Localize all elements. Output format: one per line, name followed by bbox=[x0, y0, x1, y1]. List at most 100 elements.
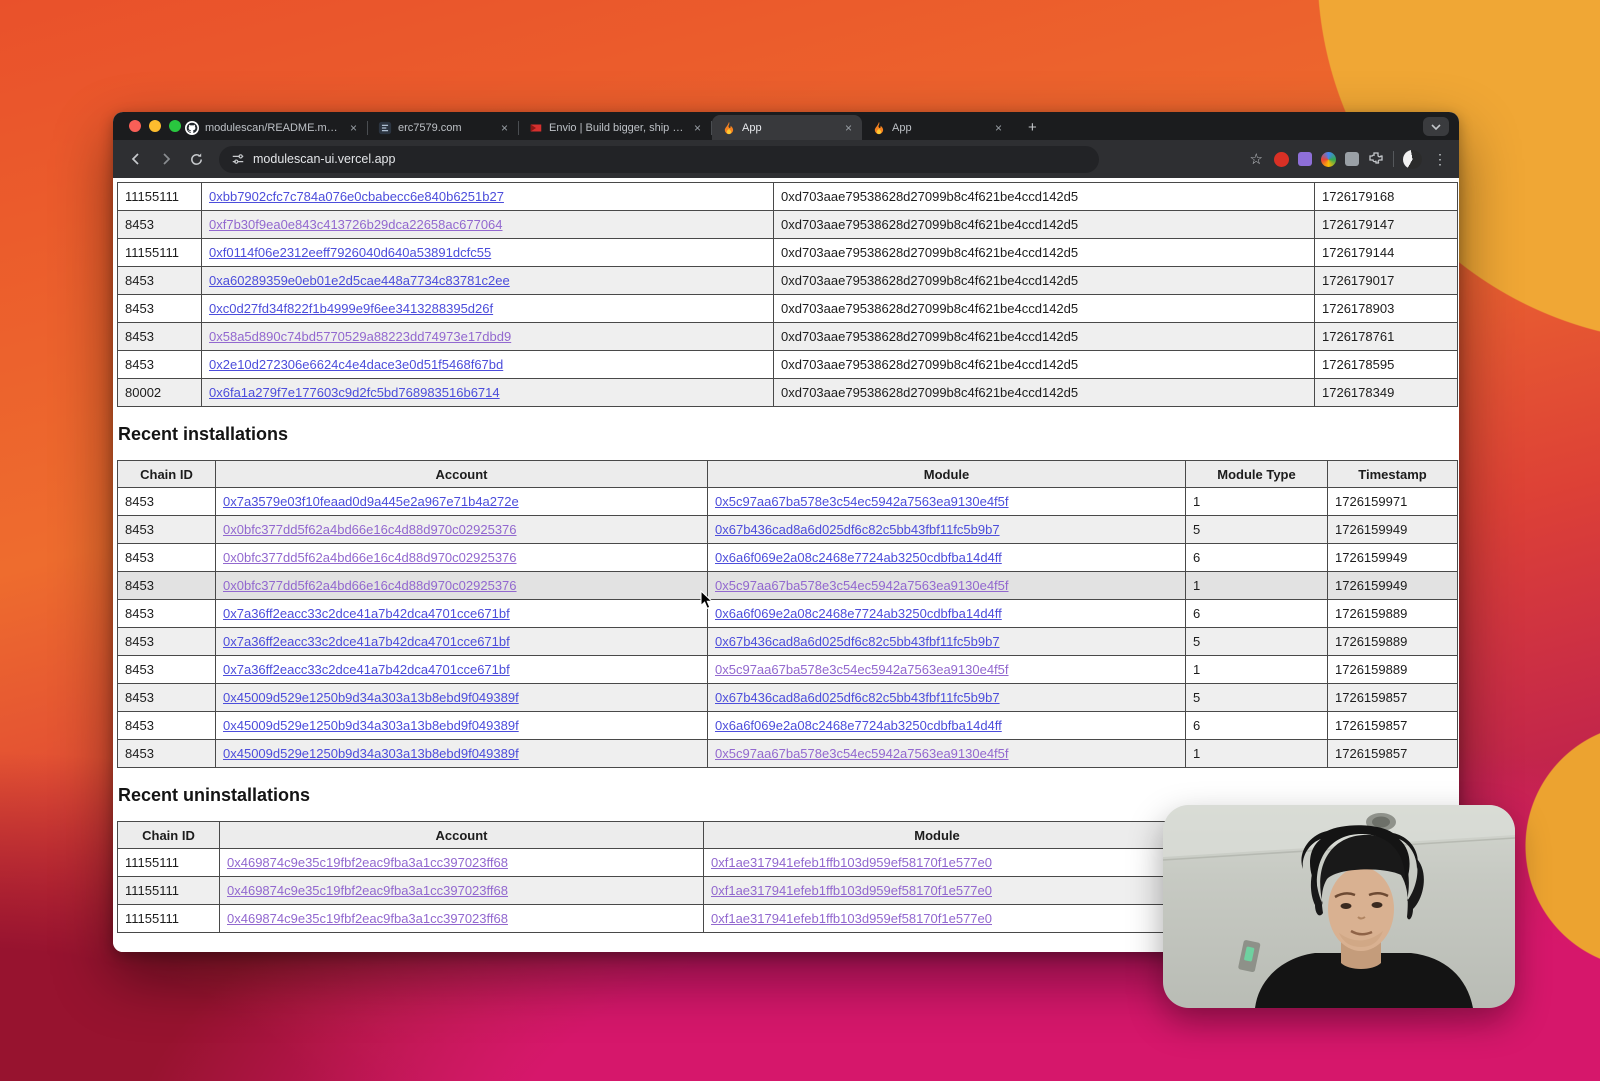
webcam-overlay bbox=[1163, 805, 1515, 1008]
bookmark-star-icon[interactable]: ☆ bbox=[1250, 150, 1263, 168]
module-type-cell: 6 bbox=[1186, 712, 1328, 740]
module-cell: 0xd703aae79538628d27099b8c4f621be4ccd142… bbox=[774, 239, 1315, 267]
module-cell-link[interactable]: 0x5c97aa67ba578e3c54ec5942a7563ea9130e4f… bbox=[715, 494, 1009, 509]
account-cell-link[interactable]: 0xbb7902cfc7c784a076e0cbabecc6e840b6251b… bbox=[209, 189, 504, 204]
module-cell: 0xf1ae317941efeb1ffb103d959ef58170f1e577… bbox=[704, 905, 1171, 933]
module-cell-link[interactable]: 0x6a6f069e2a08c2468e7724ab3250cdbfba14d4… bbox=[715, 550, 1002, 565]
extension-icon-multicolor[interactable] bbox=[1321, 152, 1336, 167]
tab-envio[interactable]: Envio | Build bigger, ship fast × bbox=[519, 115, 711, 140]
module-cell: 0x6a6f069e2a08c2468e7724ab3250cdbfba14d4… bbox=[708, 600, 1186, 628]
tab-erc7579[interactable]: erc7579.com × bbox=[368, 115, 518, 140]
flame-icon bbox=[722, 121, 736, 135]
account-cell: 0x469874c9e35c19fbf2eac9fba3a1cc397023ff… bbox=[220, 905, 704, 933]
close-window-button[interactable] bbox=[129, 120, 141, 132]
account-cell-link[interactable]: 0xf7b30f9ea0e843c413726b29dca22658ac6770… bbox=[209, 217, 503, 232]
module-type-cell: 5 bbox=[1186, 684, 1328, 712]
table-row: 84530xf7b30f9ea0e843c413726b29dca22658ac… bbox=[118, 211, 1458, 239]
module-cell-link[interactable]: 0x6a6f069e2a08c2468e7724ab3250cdbfba14d4… bbox=[715, 718, 1002, 733]
module-cell-link[interactable]: 0x5c97aa67ba578e3c54ec5942a7563ea9130e4f… bbox=[715, 578, 1009, 593]
account-cell-link[interactable]: 0x58a5d890c74bd5770529a88223dd74973e17db… bbox=[209, 329, 511, 344]
module-cell-link[interactable]: 0x67b436cad8a6d025df6c82c5bb43fbf11fc5b9… bbox=[715, 690, 1000, 705]
module-cell-link[interactable]: 0xf1ae317941efeb1ffb103d959ef58170f1e577… bbox=[711, 883, 992, 898]
table-row: 800020x6fa1a279f7e177603c9d2fc5bd7689835… bbox=[118, 379, 1458, 407]
account-cell-link[interactable]: 0xa60289359e0eb01e2d5cae448a7734c83781c2… bbox=[209, 273, 510, 288]
timestamp-cell: 1726159857 bbox=[1328, 712, 1458, 740]
module-cell-link[interactable]: 0xf1ae317941efeb1ffb103d959ef58170f1e577… bbox=[711, 911, 992, 926]
account-cell-link[interactable]: 0x469874c9e35c19fbf2eac9fba3a1cc397023ff… bbox=[227, 855, 508, 870]
module-cell-link[interactable]: 0x67b436cad8a6d025df6c82c5bb43fbf11fc5b9… bbox=[715, 522, 1000, 537]
close-tab-icon[interactable]: × bbox=[499, 121, 510, 135]
account-cell-link[interactable]: 0x45009d529e1250b9d34a303a13b8ebd9f04938… bbox=[223, 718, 519, 733]
tab-app-2[interactable]: App × bbox=[862, 115, 1012, 140]
account-cell-link[interactable]: 0x7a36ff2eacc33c2dce41a7b42dca4701cce671… bbox=[223, 606, 510, 621]
account-cell-link[interactable]: 0x2e10d272306e6624c4e4dace3e0d51f5468f67… bbox=[209, 357, 503, 372]
account-cell-link[interactable]: 0x7a3579e03f10feaad0d9a445e2a967e71b4a27… bbox=[223, 494, 519, 509]
table-row: 84530x45009d529e1250b9d34a303a13b8ebd9f0… bbox=[118, 684, 1458, 712]
reload-button[interactable] bbox=[183, 146, 209, 172]
account-cell-link[interactable]: 0x7a36ff2eacc33c2dce41a7b42dca4701cce671… bbox=[223, 662, 510, 677]
table-row: 8453 0xc0d27fd34f822f1b4999e9f6ee34132883… bbox=[118, 295, 1458, 323]
account-cell-link[interactable]: 0x45009d529e1250b9d34a303a13b8ebd9f04938… bbox=[223, 746, 519, 761]
recent-events-table: 11155111 0xbb7902cfc7c784a076e0cbabecc6e8… bbox=[117, 182, 1458, 407]
timestamp-cell: 1726178903 bbox=[1315, 295, 1458, 323]
column-header: Module bbox=[708, 461, 1186, 488]
module-cell: 0xd703aae79538628d27099b8c4f621be4ccd142… bbox=[774, 351, 1315, 379]
account-cell: 0x7a36ff2eacc33c2dce41a7b42dca4701cce671… bbox=[216, 600, 708, 628]
account-cell: 0x6fa1a279f7e177603c9d2fc5bd768983516b67… bbox=[202, 379, 774, 407]
account-cell: 0x7a36ff2eacc33c2dce41a7b42dca4701cce671… bbox=[216, 628, 708, 656]
account-cell-link[interactable]: 0x7a36ff2eacc33c2dce41a7b42dca4701cce671… bbox=[223, 634, 510, 649]
table-row: 84530x7a36ff2eacc33c2dce41a7b42dca4701cc… bbox=[118, 656, 1458, 684]
chain-id-cell: 8453 bbox=[118, 712, 216, 740]
module-cell: 0xd703aae79538628d27099b8c4f621be4ccd142… bbox=[774, 295, 1315, 323]
tab-github-readme[interactable]: modulescan/README.md at × bbox=[175, 115, 367, 140]
forward-button[interactable] bbox=[153, 146, 179, 172]
account-cell-link[interactable]: 0x469874c9e35c19fbf2eac9fba3a1cc397023ff… bbox=[227, 883, 508, 898]
module-cell-link[interactable]: 0x6a6f069e2a08c2468e7724ab3250cdbfba14d4… bbox=[715, 606, 1002, 621]
chain-id-cell: 8453 bbox=[118, 295, 202, 323]
account-cell: 0x0bfc377dd5f62a4bd66e16c4d88d970c029253… bbox=[216, 572, 708, 600]
minimize-window-button[interactable] bbox=[149, 120, 161, 132]
close-tab-icon[interactable]: × bbox=[692, 121, 703, 135]
account-cell-link[interactable]: 0x469874c9e35c19fbf2eac9fba3a1cc397023ff… bbox=[227, 911, 508, 926]
new-tab-button[interactable]: + bbox=[1022, 119, 1043, 136]
table-row: 8453 0x58a5d890c74bd5770529a88223dd74973e… bbox=[118, 323, 1458, 351]
profile-avatar[interactable] bbox=[1403, 150, 1422, 169]
tab-app-active[interactable]: App × bbox=[712, 115, 862, 140]
close-tab-icon[interactable]: × bbox=[348, 121, 359, 135]
module-cell-link[interactable]: 0xf1ae317941efeb1ffb103d959ef58170f1e577… bbox=[711, 855, 992, 870]
close-tab-icon[interactable]: × bbox=[843, 121, 854, 135]
chain-id-cell: 8453 bbox=[118, 323, 202, 351]
extension-icon-purple[interactable] bbox=[1298, 152, 1312, 166]
table-row: 84530x7a3579e03f10feaad0d9a445e2a967e71b… bbox=[118, 488, 1458, 516]
address-bar[interactable]: modulescan-ui.vercel.app bbox=[219, 146, 1099, 173]
browser-menu-icon[interactable]: ⋮ bbox=[1431, 151, 1449, 168]
close-tab-icon[interactable]: × bbox=[993, 121, 1004, 135]
tab-label: modulescan/README.md at bbox=[205, 122, 342, 134]
module-cell: 0x5c97aa67ba578e3c54ec5942a7563ea9130e4f… bbox=[708, 572, 1186, 600]
account-cell-link[interactable]: 0xc0d27fd34f822f1b4999e9f6ee3413288395d2… bbox=[209, 301, 493, 316]
timestamp-cell: 1726178349 bbox=[1315, 379, 1458, 407]
account-cell-link[interactable]: 0x0bfc377dd5f62a4bd66e16c4d88d970c029253… bbox=[223, 578, 517, 593]
uninstallations-heading: Recent uninstallations bbox=[118, 785, 1457, 806]
extension-icon-red[interactable] bbox=[1274, 152, 1289, 167]
timestamp-cell: 1726179168 bbox=[1315, 183, 1458, 211]
extensions-puzzle-icon[interactable] bbox=[1368, 151, 1384, 167]
erc7579-favicon-icon bbox=[378, 121, 392, 135]
module-cell-link[interactable]: 0x5c97aa67ba578e3c54ec5942a7563ea9130e4f… bbox=[715, 746, 1009, 761]
extension-icon-gray[interactable] bbox=[1345, 152, 1359, 166]
table-row: 84530x0bfc377dd5f62a4bd66e16c4d88d970c02… bbox=[118, 544, 1458, 572]
site-settings-icon[interactable] bbox=[231, 152, 245, 166]
back-button[interactable] bbox=[123, 146, 149, 172]
tab-search-chevron-button[interactable] bbox=[1423, 117, 1449, 136]
chain-id-cell: 11155111 bbox=[118, 239, 202, 267]
account-cell-link[interactable]: 0x0bfc377dd5f62a4bd66e16c4d88d970c029253… bbox=[223, 550, 517, 565]
account-cell: 0x469874c9e35c19fbf2eac9fba3a1cc397023ff… bbox=[220, 877, 704, 905]
module-cell-link[interactable]: 0x5c97aa67ba578e3c54ec5942a7563ea9130e4f… bbox=[715, 662, 1009, 677]
account-cell-link[interactable]: 0x0bfc377dd5f62a4bd66e16c4d88d970c029253… bbox=[223, 522, 517, 537]
module-cell-link[interactable]: 0x67b436cad8a6d025df6c82c5bb43fbf11fc5b9… bbox=[715, 634, 1000, 649]
chain-id-cell: 11155111 bbox=[118, 849, 220, 877]
account-cell-link[interactable]: 0x6fa1a279f7e177603c9d2fc5bd768983516b67… bbox=[209, 385, 500, 400]
column-header: Chain ID bbox=[118, 461, 216, 488]
account-cell-link[interactable]: 0xf0114f06e2312eeff7926040d640a53891dcfc… bbox=[209, 245, 491, 260]
account-cell-link[interactable]: 0x45009d529e1250b9d34a303a13b8ebd9f04938… bbox=[223, 690, 519, 705]
